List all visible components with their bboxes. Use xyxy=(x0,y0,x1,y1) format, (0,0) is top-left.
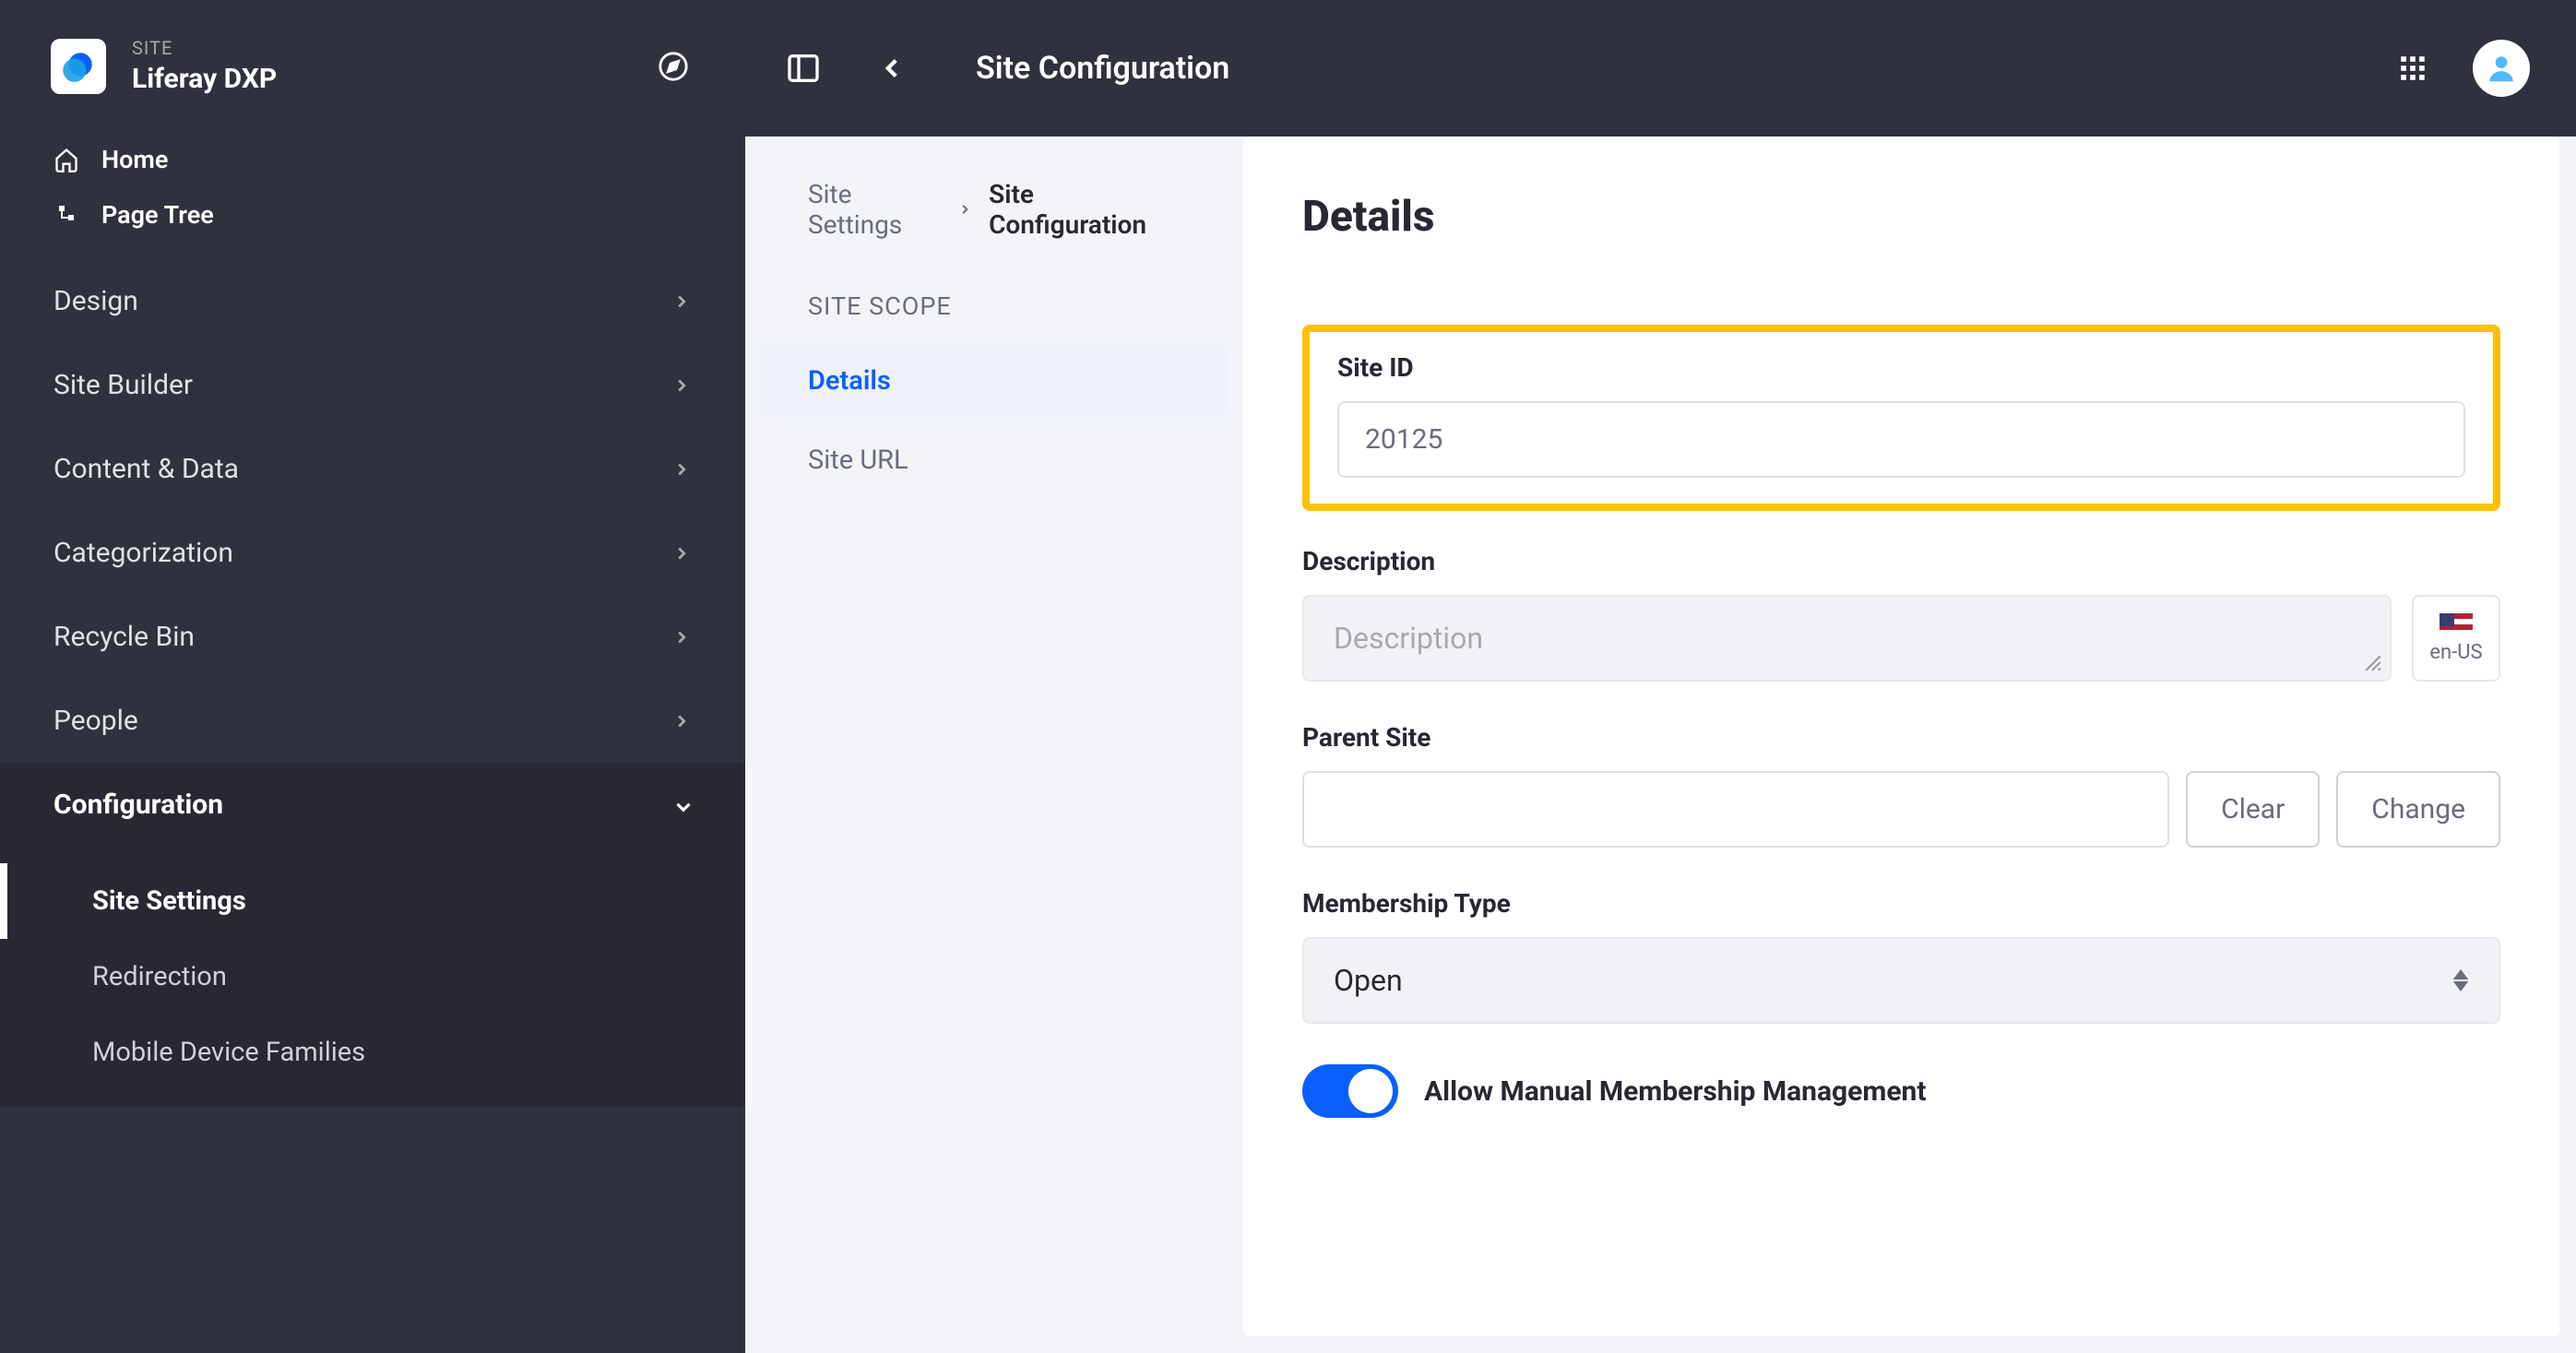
site-id-input[interactable] xyxy=(1337,401,2465,478)
nav-design[interactable]: Design xyxy=(0,259,745,343)
chevron-right-icon xyxy=(671,375,692,396)
site-kicker: SITE xyxy=(132,37,629,59)
nav-page-tree-label: Page Tree xyxy=(101,200,214,230)
user-avatar[interactable] xyxy=(2473,40,2530,97)
compass-icon[interactable] xyxy=(655,48,692,85)
nav-configuration[interactable]: Configuration xyxy=(0,763,745,847)
us-flag-icon xyxy=(2439,613,2473,635)
site-header: SITE Liferay DXP xyxy=(0,0,745,132)
page-tree-icon xyxy=(53,202,79,228)
locale-selector[interactable]: en-US xyxy=(2412,595,2500,682)
site-name: Liferay DXP xyxy=(132,63,629,95)
clear-button[interactable]: Clear xyxy=(2186,771,2320,848)
configuration-submenu: Site Settings Redirection Mobile Device … xyxy=(0,847,745,1107)
panel-toggle-icon[interactable] xyxy=(780,45,826,91)
scope-site-url[interactable]: Site URL xyxy=(762,422,1227,498)
site-id-label: Site ID xyxy=(1337,352,2465,383)
nav-recycle-bin[interactable]: Recycle Bin xyxy=(0,595,745,679)
form-heading: Details xyxy=(1302,192,2500,242)
description-label: Description xyxy=(1302,546,2500,576)
apps-grid-icon[interactable] xyxy=(2390,45,2436,91)
subnav-site-settings[interactable]: Site Settings xyxy=(0,863,745,939)
nav-people[interactable]: People xyxy=(0,679,745,763)
chevron-right-icon xyxy=(671,459,692,480)
allow-manual-label: Allow Manual Membership Management xyxy=(1424,1075,1927,1108)
sidebar: SITE Liferay DXP Home Page Tree Design S… xyxy=(0,0,745,1353)
chevron-right-icon xyxy=(671,543,692,564)
home-icon xyxy=(53,147,79,172)
breadcrumb-current: Site Configuration xyxy=(989,179,1181,240)
breadcrumb: Site Settings Site Configuration xyxy=(762,173,1227,271)
parent-site-input[interactable] xyxy=(1302,771,2169,848)
chevron-right-icon xyxy=(671,291,692,312)
parent-site-label: Parent Site xyxy=(1302,722,2500,753)
membership-type-label: Membership Type xyxy=(1302,888,2500,919)
nav-home-label: Home xyxy=(101,145,168,174)
nav-content-data[interactable]: Content & Data xyxy=(0,427,745,511)
scope-details[interactable]: Details xyxy=(762,343,1227,419)
page-title: Site Configuration xyxy=(976,50,1229,87)
subnav-mobile-device-families[interactable]: Mobile Device Families xyxy=(0,1015,745,1090)
select-caret-icon xyxy=(2452,969,2469,991)
site-id-highlight: Site ID xyxy=(1302,325,2500,511)
chevron-down-icon xyxy=(671,795,692,815)
chevron-right-icon xyxy=(957,201,973,218)
nav-page-tree[interactable]: Page Tree xyxy=(0,187,745,243)
subnav-redirection[interactable]: Redirection xyxy=(0,939,745,1015)
topbar: Site Configuration xyxy=(745,0,2576,136)
membership-type-select[interactable]: Open xyxy=(1302,937,2500,1024)
chevron-right-icon xyxy=(671,627,692,647)
site-logo xyxy=(51,39,106,94)
nav-categorization[interactable]: Categorization xyxy=(0,511,745,595)
details-form: Details Site ID Description Description xyxy=(1243,136,2559,1336)
resize-grip-icon xyxy=(2362,652,2382,672)
nav-home[interactable]: Home xyxy=(0,132,745,187)
change-button[interactable]: Change xyxy=(2336,771,2500,848)
left-column: Site Settings Site Configuration SITE SC… xyxy=(745,136,1243,1353)
allow-manual-toggle[interactable] xyxy=(1302,1064,1398,1118)
nav-site-builder[interactable]: Site Builder xyxy=(0,343,745,427)
back-icon[interactable] xyxy=(869,45,915,91)
description-input[interactable]: Description xyxy=(1302,595,2392,682)
breadcrumb-parent[interactable]: Site Settings xyxy=(808,179,941,240)
chevron-right-icon xyxy=(671,711,692,731)
scope-label: SITE SCOPE xyxy=(762,271,1227,339)
